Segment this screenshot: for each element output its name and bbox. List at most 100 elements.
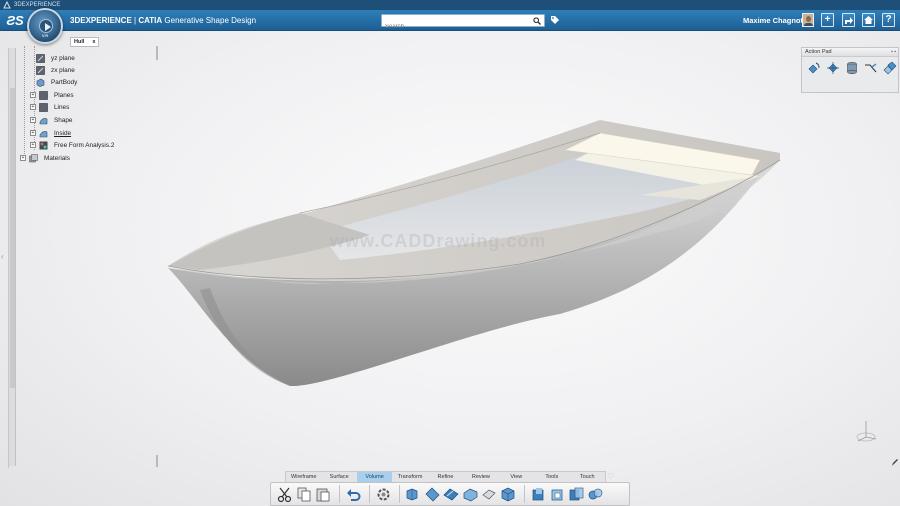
- tree-item-label: yz plane: [51, 55, 75, 62]
- tree-scrollbar[interactable]: [9, 48, 16, 466]
- add-volume-icon[interactable]: [530, 486, 547, 503]
- expand-icon[interactable]: +: [30, 117, 36, 124]
- tree-resize-handle-bottom[interactable]: [156, 455, 158, 467]
- collapse-panel-icon[interactable]: ‹: [1, 252, 4, 261]
- pen-icon[interactable]: [891, 458, 899, 467]
- analysis-icon: [39, 141, 48, 150]
- tab-touch[interactable]: Touch: [570, 472, 605, 482]
- tab-transform[interactable]: Transform: [392, 472, 427, 482]
- search-box[interactable]: [381, 14, 545, 33]
- catia-window: 3DEXPERIENCE ƧS V.R 3DEXPERIENCE | CATIA…: [0, 0, 900, 506]
- update-icon[interactable]: [375, 486, 392, 503]
- expand-icon[interactable]: +: [30, 130, 36, 137]
- tree-item-yz-plane[interactable]: yz plane: [36, 53, 75, 64]
- search-input[interactable]: [382, 21, 522, 33]
- undo-icon[interactable]: [345, 486, 362, 503]
- document-tab-row: Hull x: [0, 32, 900, 48]
- favorite-icon[interactable]: ♡: [607, 472, 614, 481]
- thick-surface-icon[interactable]: [481, 486, 498, 503]
- tab-surface[interactable]: Surface: [321, 472, 356, 482]
- help-icon[interactable]: ?: [882, 13, 895, 27]
- tag-icon[interactable]: [550, 15, 560, 25]
- tree-item-label: zx plane: [51, 67, 75, 74]
- play-icon[interactable]: [39, 19, 53, 33]
- action-pad: Action Pad ▪ ▪: [801, 47, 899, 93]
- tab-tools[interactable]: Tools: [534, 472, 569, 482]
- tree-item-zx-plane[interactable]: zx plane: [36, 65, 75, 76]
- app-title: 3DEXPERIENCE | CATIA Generative Shape De…: [70, 10, 256, 31]
- shape-icon: [39, 117, 48, 125]
- plane-icon: [36, 66, 45, 75]
- paste-icon[interactable]: [315, 486, 332, 503]
- tree-item-materials[interactable]: + Materials: [20, 153, 70, 164]
- avatar[interactable]: [802, 13, 814, 27]
- tab-hull[interactable]: Hull x: [70, 37, 100, 47]
- expand-icon[interactable]: +: [30, 92, 36, 99]
- share-icon[interactable]: [842, 13, 855, 27]
- ds-brand-icon: ƧS: [6, 13, 24, 28]
- tree-resize-handle[interactable]: [156, 46, 158, 60]
- tree-item-label: Inside: [54, 130, 72, 137]
- close-icon[interactable]: x: [92, 39, 95, 45]
- window-titlebar: 3DEXPERIENCE: [0, 0, 900, 10]
- compass-label: V.R: [41, 33, 49, 38]
- view-compass-icon[interactable]: [850, 415, 882, 447]
- tab-review[interactable]: Review: [463, 472, 498, 482]
- measure-icon[interactable]: [864, 61, 878, 75]
- split-volume-icon[interactable]: [587, 486, 604, 503]
- volume-box-icon[interactable]: [500, 486, 517, 503]
- watermark-text: www.CADDrawing.com: [330, 231, 547, 251]
- tab-refine[interactable]: Refine: [428, 472, 463, 482]
- expand-icon[interactable]: +: [20, 155, 26, 162]
- tree-item-planes[interactable]: + Planes: [30, 90, 74, 101]
- translate-icon[interactable]: [826, 61, 840, 75]
- tab-volume[interactable]: Volume: [356, 472, 393, 482]
- expand-icon[interactable]: +: [30, 104, 36, 111]
- tree-item-label: Free Form Analysis.2: [54, 142, 115, 149]
- body-icon: [36, 78, 45, 87]
- top-bar: ƧS V.R 3DEXPERIENCE | CATIA Generative S…: [0, 8, 900, 44]
- copy-icon[interactable]: [296, 486, 313, 503]
- pin-icon[interactable]: ▪ ▪: [891, 48, 896, 57]
- tab-view[interactable]: View: [499, 472, 534, 482]
- tree-item-partbody[interactable]: PartBody: [36, 77, 77, 88]
- tab-hull-label: Hull: [74, 39, 85, 45]
- scrollbar-thumb[interactable]: [10, 88, 15, 388]
- tree-item-label: Materials: [44, 155, 70, 162]
- ds-logo-icon: [3, 1, 11, 9]
- tree-item-shape[interactable]: + Shape: [30, 115, 72, 126]
- window-title: 3DEXPERIENCE: [14, 2, 61, 8]
- product-label: CATIA: [138, 16, 163, 25]
- intersect-volume-icon[interactable]: [568, 486, 585, 503]
- volume-fill-icon[interactable]: [462, 486, 479, 503]
- tree-item-lines[interactable]: + Lines: [30, 102, 69, 113]
- volume-revolve-icon[interactable]: [424, 486, 441, 503]
- plane-icon: [39, 91, 48, 100]
- user-name[interactable]: Maxime Chagnot: [743, 10, 803, 31]
- stack-icon[interactable]: [845, 61, 859, 75]
- tree-item-free-form-analysis[interactable]: + Free Form Analysis.2: [30, 140, 114, 151]
- volume-extrude-icon[interactable]: [405, 486, 422, 503]
- volume-sweep-icon[interactable]: [443, 486, 460, 503]
- home-icon[interactable]: [862, 13, 875, 27]
- tree-item-label: PartBody: [51, 79, 78, 86]
- section-tabs: Wireframe Surface Volume Transform Refin…: [285, 471, 606, 482]
- materials-icon: [29, 154, 38, 163]
- shape-icon: [39, 130, 48, 138]
- action-pad-title: Action Pad: [805, 49, 832, 55]
- manipulator-icon[interactable]: [883, 61, 897, 75]
- action-bar: [270, 482, 630, 506]
- expand-icon[interactable]: +: [30, 142, 36, 149]
- tree-item-label: Planes: [54, 92, 74, 99]
- tab-wireframe[interactable]: Wireframe: [286, 472, 321, 482]
- add-icon[interactable]: +: [821, 13, 834, 27]
- compass-widget[interactable]: V.R: [27, 8, 63, 44]
- remove-volume-icon[interactable]: [549, 486, 566, 503]
- search-icon[interactable]: [533, 17, 541, 25]
- cut-icon[interactable]: [277, 486, 294, 503]
- brand-label: 3DEXPERIENCE: [70, 16, 132, 25]
- rotate-icon[interactable]: [807, 61, 821, 75]
- tree-item-inside[interactable]: + Inside: [30, 128, 71, 139]
- app-name-label: Generative Shape Design: [162, 16, 257, 25]
- action-pad-header[interactable]: Action Pad ▪ ▪: [802, 48, 898, 57]
